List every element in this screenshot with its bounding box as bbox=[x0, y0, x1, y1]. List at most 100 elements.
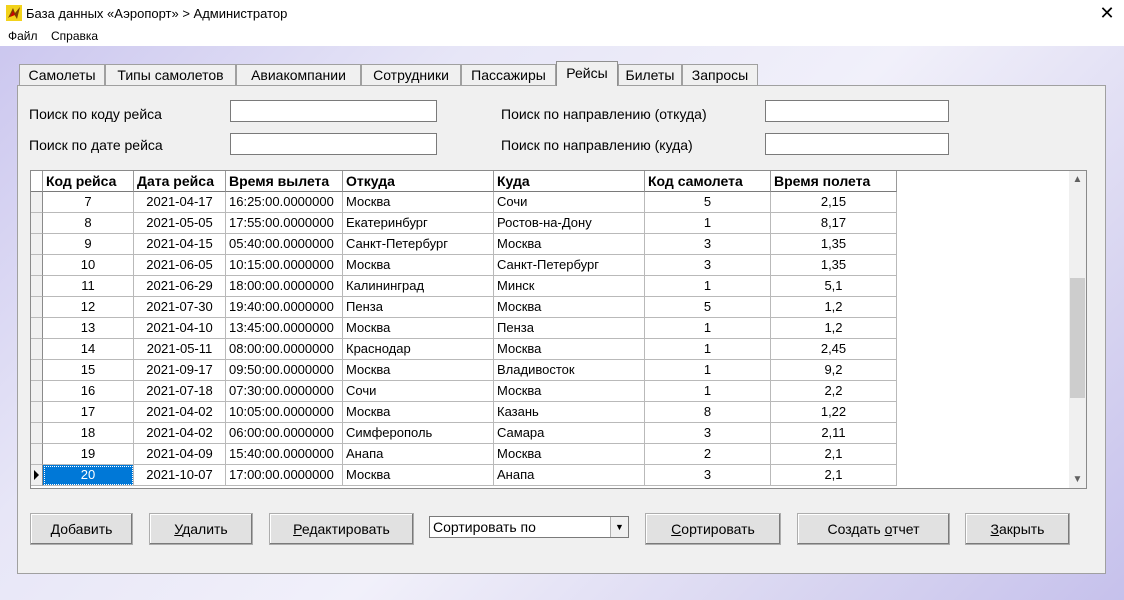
cell-plane-code[interactable]: 1 bbox=[645, 381, 771, 402]
cell-from[interactable]: Москва bbox=[343, 318, 494, 339]
cell-flight-date[interactable]: 2021-04-15 bbox=[134, 234, 226, 255]
cell-flight-duration[interactable]: 1,2 bbox=[771, 318, 897, 339]
header-from[interactable]: Откуда bbox=[343, 171, 494, 192]
cell-to[interactable]: Москва bbox=[494, 444, 645, 465]
sort-button[interactable]: Сортировать bbox=[645, 513, 781, 545]
cell-to[interactable]: Самара bbox=[494, 423, 645, 444]
cell-flight-date[interactable]: 2021-05-11 bbox=[134, 339, 226, 360]
cell-departure-time[interactable]: 08:00:00.0000000 bbox=[226, 339, 343, 360]
cell-to[interactable]: Москва bbox=[494, 339, 645, 360]
search-date-input[interactable] bbox=[230, 133, 437, 155]
search-from-input[interactable] bbox=[765, 100, 949, 122]
cell-departure-time[interactable]: 17:00:00.0000000 bbox=[226, 465, 343, 486]
cell-flight-duration[interactable]: 2,45 bbox=[771, 339, 897, 360]
cell-flight-date[interactable]: 2021-04-02 bbox=[134, 423, 226, 444]
header-flight-date[interactable]: Дата рейса bbox=[134, 171, 226, 192]
cell-plane-code[interactable]: 1 bbox=[645, 360, 771, 381]
cell-flight-date[interactable]: 2021-04-02 bbox=[134, 402, 226, 423]
cell-flight-date[interactable]: 2021-07-18 bbox=[134, 381, 226, 402]
cell-departure-time[interactable]: 19:40:00.0000000 bbox=[226, 297, 343, 318]
cell-flight-code[interactable]: 17 bbox=[43, 402, 134, 423]
header-to[interactable]: Куда bbox=[494, 171, 645, 192]
cell-to[interactable]: Пенза bbox=[494, 318, 645, 339]
header-plane-code[interactable]: Код самолета bbox=[645, 171, 771, 192]
search-code-input[interactable] bbox=[230, 100, 437, 122]
tab-queries[interactable]: Запросы bbox=[682, 64, 758, 85]
cell-from[interactable]: Екатеринбург bbox=[343, 213, 494, 234]
menu-file[interactable]: Файл bbox=[8, 29, 38, 43]
cell-plane-code[interactable]: 1 bbox=[645, 318, 771, 339]
flights-grid[interactable]: Код рейса Дата рейса Время вылета Откуда… bbox=[30, 170, 1087, 489]
cell-flight-duration[interactable]: 5,1 bbox=[771, 276, 897, 297]
cell-from[interactable]: Москва bbox=[343, 255, 494, 276]
cell-from[interactable]: Москва bbox=[343, 402, 494, 423]
row-indicator[interactable] bbox=[31, 318, 43, 339]
cell-flight-duration[interactable]: 1,35 bbox=[771, 234, 897, 255]
cell-flight-date[interactable]: 2021-05-05 bbox=[134, 213, 226, 234]
cell-plane-code[interactable]: 3 bbox=[645, 465, 771, 486]
cell-departure-time[interactable]: 07:30:00.0000000 bbox=[226, 381, 343, 402]
scrollbar-thumb[interactable] bbox=[1070, 277, 1085, 398]
cell-plane-code[interactable]: 1 bbox=[645, 276, 771, 297]
cell-flight-duration[interactable]: 1,2 bbox=[771, 297, 897, 318]
row-indicator[interactable] bbox=[31, 213, 43, 234]
cell-flight-duration[interactable]: 1,35 bbox=[771, 255, 897, 276]
cell-flight-code[interactable]: 20 bbox=[43, 465, 134, 486]
header-departure-time[interactable]: Время вылета bbox=[226, 171, 343, 192]
edit-button[interactable]: Редактировать bbox=[269, 513, 414, 545]
scroll-down-icon[interactable]: ▼ bbox=[1069, 471, 1086, 488]
row-indicator[interactable] bbox=[31, 402, 43, 423]
row-indicator[interactable] bbox=[31, 423, 43, 444]
create-report-button[interactable]: Создать отчет bbox=[797, 513, 950, 545]
header-flight-duration[interactable]: Время полета bbox=[771, 171, 897, 192]
cell-departure-time[interactable]: 10:05:00.0000000 bbox=[226, 402, 343, 423]
cell-departure-time[interactable]: 15:40:00.0000000 bbox=[226, 444, 343, 465]
row-indicator[interactable] bbox=[31, 255, 43, 276]
cell-to[interactable]: Анапа bbox=[494, 465, 645, 486]
cell-flight-date[interactable]: 2021-04-09 bbox=[134, 444, 226, 465]
cell-flight-code[interactable]: 14 bbox=[43, 339, 134, 360]
cell-plane-code[interactable]: 1 bbox=[645, 213, 771, 234]
cell-from[interactable]: Калининград bbox=[343, 276, 494, 297]
cell-flight-date[interactable]: 2021-09-17 bbox=[134, 360, 226, 381]
cell-plane-code[interactable]: 3 bbox=[645, 234, 771, 255]
cell-flight-date[interactable]: 2021-06-05 bbox=[134, 255, 226, 276]
cell-departure-time[interactable]: 06:00:00.0000000 bbox=[226, 423, 343, 444]
cell-plane-code[interactable]: 3 bbox=[645, 255, 771, 276]
row-indicator[interactable] bbox=[31, 360, 43, 381]
cell-from[interactable]: Краснодар bbox=[343, 339, 494, 360]
cell-flight-code[interactable]: 10 bbox=[43, 255, 134, 276]
row-indicator[interactable] bbox=[31, 444, 43, 465]
cell-flight-date[interactable]: 2021-10-07 bbox=[134, 465, 226, 486]
cell-plane-code[interactable]: 1 bbox=[645, 339, 771, 360]
cell-departure-time[interactable]: 16:25:00.0000000 bbox=[226, 192, 343, 213]
cell-to[interactable]: Казань bbox=[494, 402, 645, 423]
cell-from[interactable]: Москва bbox=[343, 192, 494, 213]
cell-flight-duration[interactable]: 8,17 bbox=[771, 213, 897, 234]
tab-plane-types[interactable]: Типы самолетов bbox=[105, 64, 236, 85]
tab-airlines[interactable]: Авиакомпании bbox=[236, 64, 361, 85]
row-indicator[interactable] bbox=[31, 381, 43, 402]
cell-plane-code[interactable]: 3 bbox=[645, 423, 771, 444]
row-indicator[interactable] bbox=[31, 465, 43, 486]
cell-flight-duration[interactable]: 2,15 bbox=[771, 192, 897, 213]
row-indicator[interactable] bbox=[31, 276, 43, 297]
cell-flight-date[interactable]: 2021-07-30 bbox=[134, 297, 226, 318]
scroll-up-icon[interactable]: ▲ bbox=[1069, 171, 1086, 188]
tab-planes[interactable]: Самолеты bbox=[19, 64, 105, 85]
cell-to[interactable]: Ростов-на-Дону bbox=[494, 213, 645, 234]
cell-flight-code[interactable]: 9 bbox=[43, 234, 134, 255]
close-window-button[interactable]: ✕ bbox=[1090, 0, 1124, 27]
cell-flight-date[interactable]: 2021-04-10 bbox=[134, 318, 226, 339]
sort-by-combo[interactable]: Сортировать по ▼ bbox=[429, 516, 629, 538]
cell-flight-code[interactable]: 12 bbox=[43, 297, 134, 318]
cell-flight-code[interactable]: 8 bbox=[43, 213, 134, 234]
cell-plane-code[interactable]: 5 bbox=[645, 297, 771, 318]
cell-from[interactable]: Москва bbox=[343, 465, 494, 486]
cell-departure-time[interactable]: 05:40:00.0000000 bbox=[226, 234, 343, 255]
cell-departure-time[interactable]: 18:00:00.0000000 bbox=[226, 276, 343, 297]
cell-from[interactable]: Симферополь bbox=[343, 423, 494, 444]
cell-flight-duration[interactable]: 9,2 bbox=[771, 360, 897, 381]
cell-flight-duration[interactable]: 1,22 bbox=[771, 402, 897, 423]
cell-plane-code[interactable]: 8 bbox=[645, 402, 771, 423]
